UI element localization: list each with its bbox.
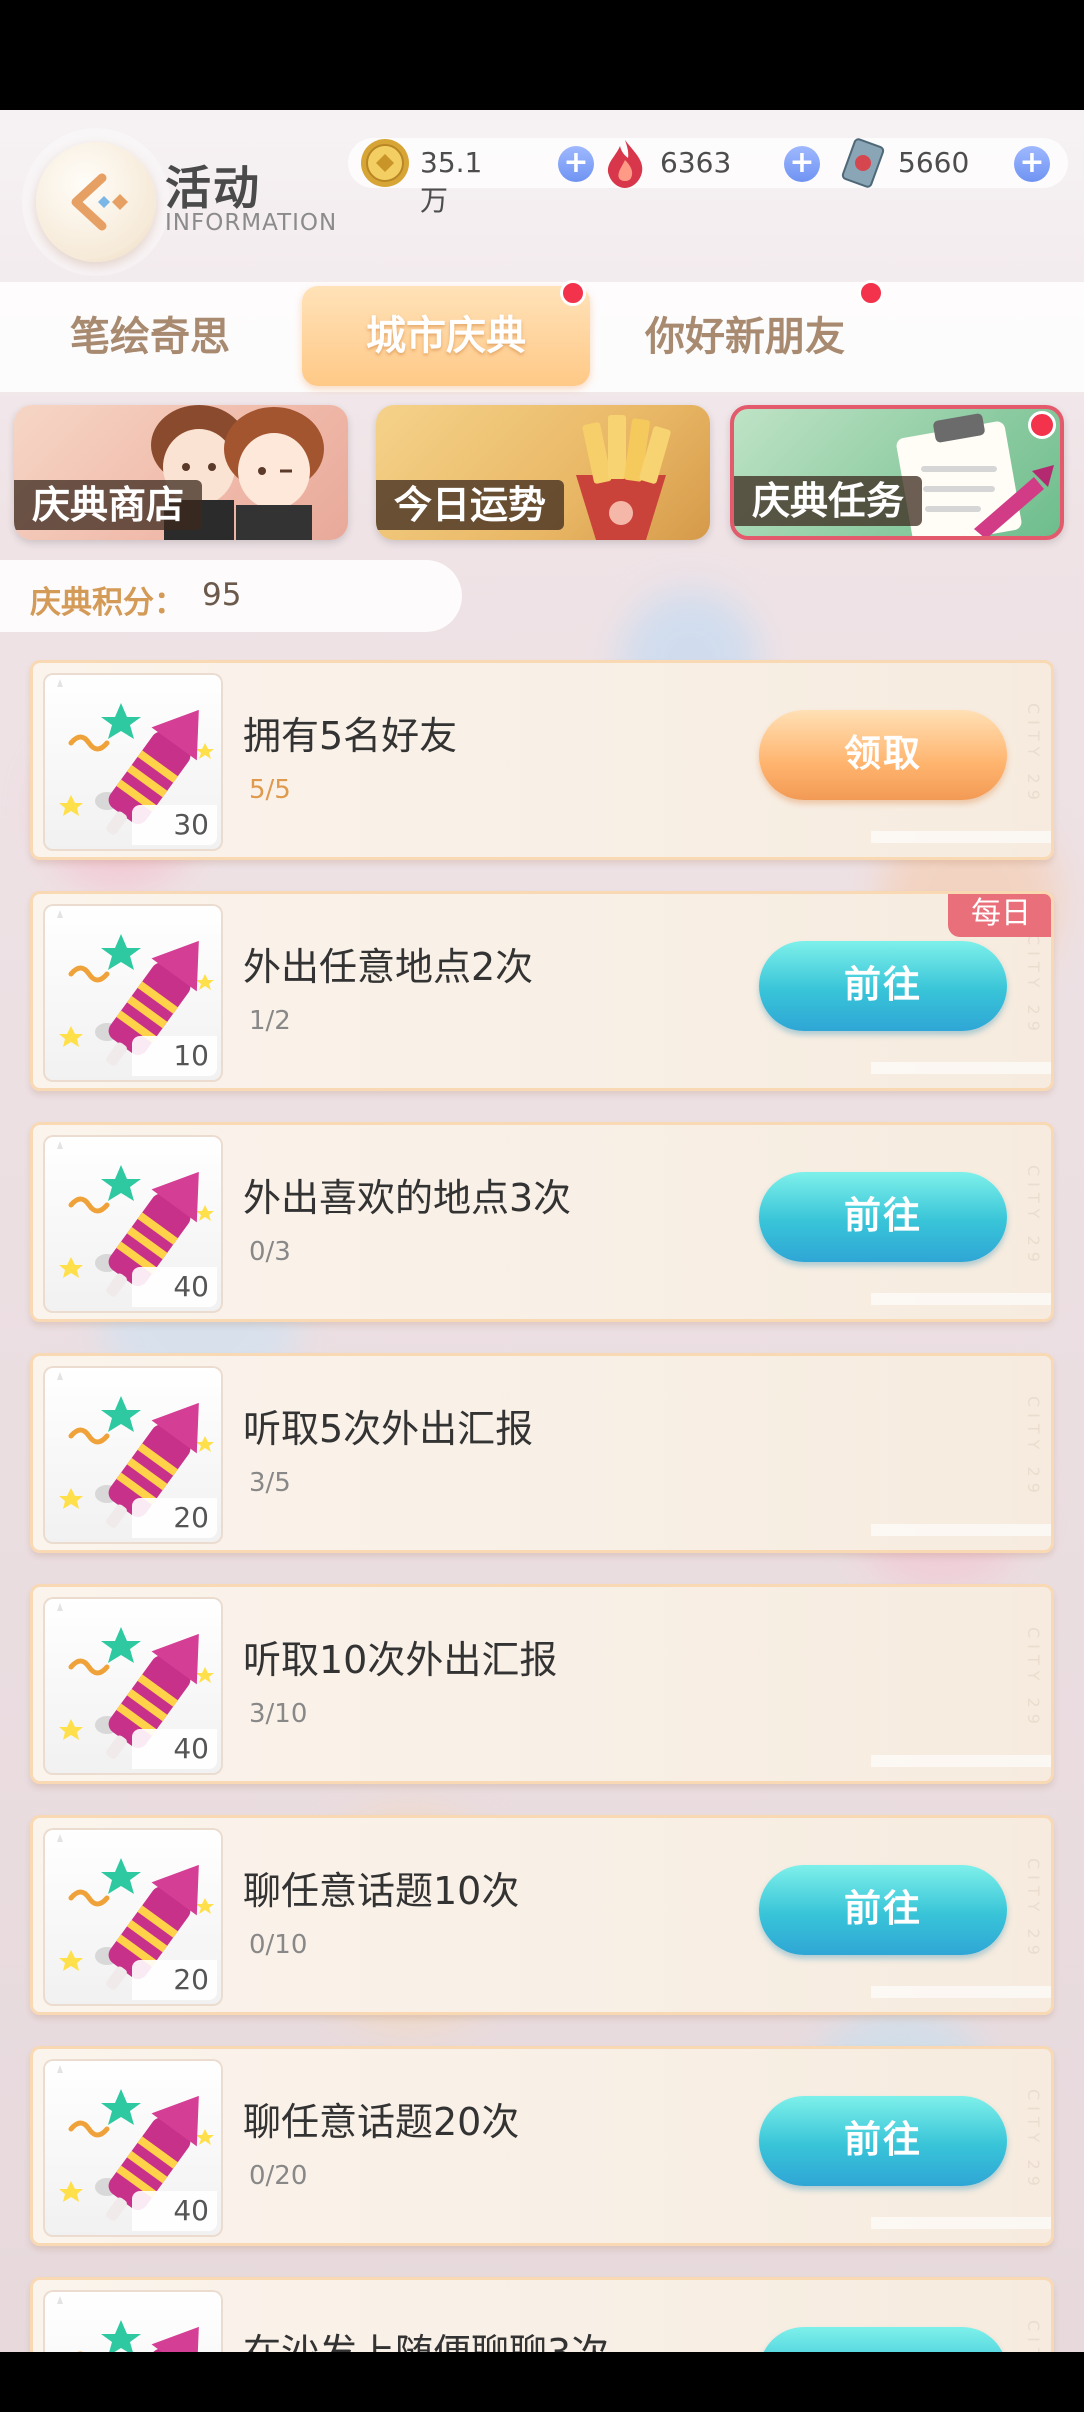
celebration-shop-card[interactable]: 庆典商店	[14, 405, 348, 540]
points-value: 95	[202, 577, 242, 613]
task-reward-thumb: 40	[43, 2059, 223, 2237]
task-card: 10 外出任意地点2次 1/2 CITY 29 前往 每日	[30, 891, 1054, 1091]
celebration-shop-label: 庆典商店	[14, 480, 203, 530]
task-reward-count: 40	[132, 1729, 217, 1769]
card-amount: 5660	[898, 146, 970, 179]
task-reward-thumb: 40	[43, 1597, 223, 1775]
task-progress: 0/20	[249, 2161, 308, 2191]
task-card: 40 聊任意话题20次 0/20 CITY 29 前往	[30, 2046, 1054, 2246]
task-title: 外出任意地点2次	[243, 945, 534, 989]
add-flame-button[interactable]: +	[784, 146, 820, 182]
flame-amount: 6363	[660, 146, 732, 179]
task-card: 30 拥有5名好友 5/5 CITY 29 领取	[30, 660, 1054, 860]
task-title: 听取10次外出汇报	[243, 1638, 558, 1682]
status-bar	[0, 0, 1084, 110]
city-watermark: CITY 29	[1024, 2089, 1043, 2192]
back-arrow-icon	[71, 173, 128, 231]
page-title: 活动	[165, 161, 261, 215]
tab-bar: 笔绘奇思 城市庆典 你好新朋友	[0, 280, 1084, 392]
currency-bar: 35.1万 + 6363 + 5660 +	[348, 138, 1068, 217]
city-watermark: CITY 29	[1024, 1627, 1043, 1730]
task-reward-thumb: 20	[43, 1366, 223, 1544]
daily-fortune-card[interactable]: 今日运势	[376, 405, 710, 540]
celebration-tasks-card[interactable]: 庆典任务	[730, 405, 1064, 540]
task-reward-count: 40	[132, 1267, 217, 1307]
tab-hello-new-friend-badge	[858, 280, 884, 306]
task-card: 20 聊任意话题10次 0/10 CITY 29 前往	[30, 1815, 1054, 2015]
task-card: 40 外出喜欢的地点3次 0/3 CITY 29 前往	[30, 1122, 1054, 1322]
task-title: 外出喜欢的地点3次	[243, 1176, 572, 1220]
tab-city-celebration[interactable]: 城市庆典	[302, 286, 590, 386]
task-card: 40 听取10次外出汇报 3/10 CITY 29	[30, 1584, 1054, 1784]
task-reward-thumb: 30	[43, 673, 223, 851]
city-watermark: CITY 29	[1024, 934, 1043, 1037]
daily-badge: 每日	[948, 894, 1051, 937]
task-reward-thumb: 20	[43, 1828, 223, 2006]
claim-button[interactable]: 领取	[759, 710, 1007, 800]
task-progress: 3/10	[249, 1699, 308, 1729]
task-title: 听取5次外出汇报	[243, 1407, 534, 1451]
celebration-tasks-badge	[1028, 411, 1056, 439]
daily-fortune-label: 今日运势	[376, 480, 565, 530]
flame-gem-icon	[607, 140, 643, 188]
celebration-tasks-label: 庆典任务	[734, 476, 923, 526]
task-reward-thumb: 10	[43, 904, 223, 1082]
task-reward-count: 20	[132, 1498, 217, 1538]
task-reward-count: 40	[132, 2191, 217, 2231]
task-progress: 1/2	[249, 1006, 291, 1036]
go-button[interactable]: 前往	[759, 941, 1007, 1031]
points-label: 庆典积分：	[30, 585, 185, 621]
add-card-button[interactable]: +	[1014, 146, 1050, 182]
go-button[interactable]: 前往	[759, 1865, 1007, 1955]
task-progress: 0/3	[249, 1237, 291, 1267]
celebration-points: 庆典积分： 95	[0, 560, 462, 632]
tab-city-celebration-badge	[560, 280, 586, 306]
task-reward-thumb: 40	[43, 1135, 223, 1313]
gold-amount: 35.1万	[420, 146, 483, 217]
go-button[interactable]: 前往	[759, 2096, 1007, 2186]
task-title: 拥有5名好友	[243, 714, 458, 758]
city-watermark: CITY 29	[1024, 1165, 1043, 1268]
task-title: 聊任意话题10次	[243, 1869, 520, 1913]
task-title: 聊任意话题20次	[243, 2100, 520, 2144]
task-card: 20 听取5次外出汇报 3/5 CITY 29	[30, 1353, 1054, 1553]
page-subtitle: INFORMATION	[165, 210, 338, 236]
navigation-bar	[0, 2352, 1084, 2412]
task-reward-count: 20	[132, 1960, 217, 2000]
card-gem-icon	[841, 138, 885, 188]
city-watermark: CITY 29	[1024, 703, 1043, 806]
tab-hello-new-friend[interactable]: 你好新朋友	[610, 282, 880, 392]
back-button[interactable]	[36, 142, 156, 262]
tab-bihui-qisi[interactable]: 笔绘奇思	[20, 282, 280, 392]
add-gold-button[interactable]: +	[558, 146, 594, 182]
task-progress: 0/10	[249, 1930, 308, 1960]
city-watermark: CITY 29	[1024, 1858, 1043, 1961]
city-watermark: CITY 29	[1024, 1396, 1043, 1499]
go-button[interactable]: 前往	[759, 1172, 1007, 1262]
task-progress: 3/5	[249, 1468, 291, 1498]
gold-coin-icon	[361, 139, 409, 187]
task-progress: 5/5	[249, 775, 291, 805]
task-reward-count: 10	[132, 1036, 217, 1076]
header: 活动 INFORMATION 35.1万 + 6363 + 5660 +	[0, 110, 1084, 285]
task-reward-count: 30	[132, 805, 217, 845]
